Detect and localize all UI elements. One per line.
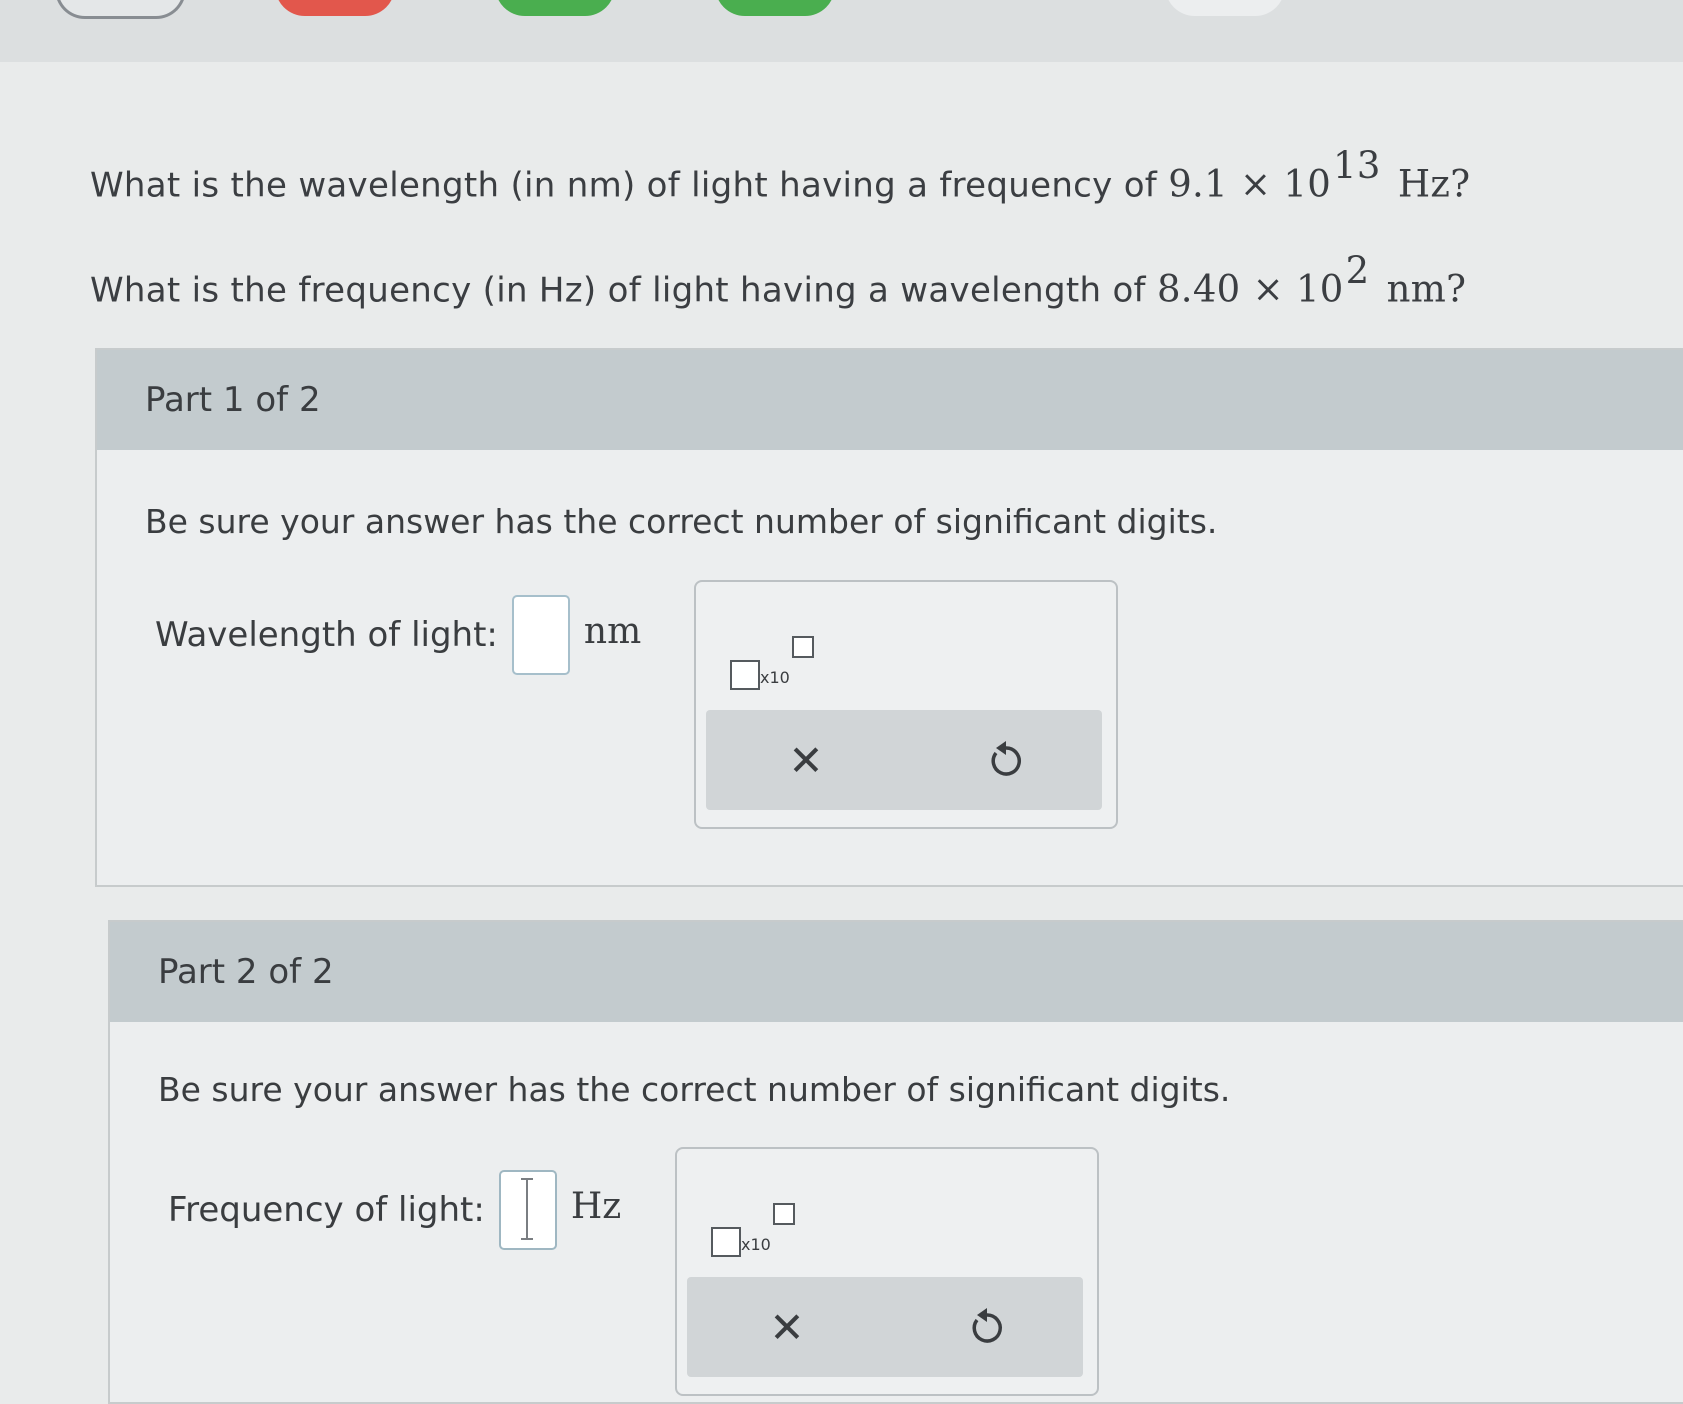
part-2-math-toolbar: x10 ✕	[675, 1147, 1099, 1396]
sci-exponent-box	[773, 1203, 795, 1225]
part-2-header: Part 2 of 2	[110, 922, 1683, 1022]
part-2-panel: Part 2 of 2 Be sure your answer has the …	[108, 920, 1683, 1404]
scientific-notation-icon[interactable]: x10	[711, 1197, 831, 1257]
wavelength-label: Wavelength of light:	[155, 615, 498, 655]
progress-step-current[interactable]	[55, 0, 186, 19]
sci-x10-label: x10	[741, 1235, 771, 1254]
question-1: What is the wavelength (in nm) of light …	[90, 144, 1471, 206]
undo-arrow-svg	[972, 1308, 1002, 1343]
part-1-math-toolbar: x10 ✕	[694, 580, 1118, 829]
question-2: What is the frequency (in Hz) of light h…	[90, 249, 1467, 311]
question-2-text: What is the frequency (in Hz) of light h…	[90, 270, 1146, 311]
progress-step-incorrect[interactable]	[275, 0, 395, 16]
wavelength-unit: nm	[583, 610, 642, 652]
undo-icon[interactable]	[957, 1297, 1017, 1357]
part-2-hint: Be sure your answer has the correct numb…	[158, 1070, 1231, 1109]
part-1-header: Part 1 of 2	[97, 350, 1683, 450]
question-1-unit: Hz?	[1397, 162, 1471, 206]
part-2-title: Part 2 of 2	[158, 952, 334, 992]
part-1-answer-row: Wavelength of light: nm	[155, 595, 641, 675]
question-2-coefficient: 8.40 × 10	[1156, 267, 1344, 311]
question-2-exponent: 2	[1345, 249, 1370, 292]
sci-x10-label: x10	[760, 668, 790, 687]
part-2-answer-row: Frequency of light: Hz	[168, 1170, 621, 1250]
part-2-action-bar: ✕	[687, 1277, 1083, 1377]
close-icon[interactable]: ✕	[757, 1297, 817, 1357]
sci-base-box	[711, 1227, 741, 1257]
question-1-coefficient: 9.1 × 10	[1168, 162, 1332, 206]
text-cursor-icon	[520, 1178, 533, 1240]
question-2-unit: nm?	[1386, 267, 1467, 311]
progress-step-correct[interactable]	[715, 0, 835, 16]
top-progress-bar	[0, 0, 1683, 62]
part-1-panel: Part 1 of 2 Be sure your answer has the …	[95, 348, 1683, 887]
frequency-label: Frequency of light:	[168, 1190, 485, 1230]
close-icon[interactable]: ✕	[776, 730, 836, 790]
sci-exponent-box	[792, 636, 814, 658]
question-1-exponent: 13	[1333, 144, 1381, 187]
undo-icon[interactable]	[976, 730, 1036, 790]
part-1-hint: Be sure your answer has the correct numb…	[145, 502, 1218, 541]
part-1-action-bar: ✕	[706, 710, 1102, 810]
undo-arrow-svg	[991, 741, 1021, 776]
part-1-title: Part 1 of 2	[145, 380, 321, 420]
scientific-notation-icon[interactable]: x10	[730, 630, 850, 690]
wavelength-input[interactable]	[511, 595, 570, 675]
sci-base-box	[730, 660, 760, 690]
question-1-text: What is the wavelength (in nm) of light …	[90, 165, 1158, 206]
progress-step-correct[interactable]	[495, 0, 615, 16]
progress-step-unanswered[interactable]	[1165, 0, 1285, 16]
frequency-input[interactable]	[498, 1170, 557, 1250]
frequency-unit: Hz	[570, 1185, 622, 1227]
